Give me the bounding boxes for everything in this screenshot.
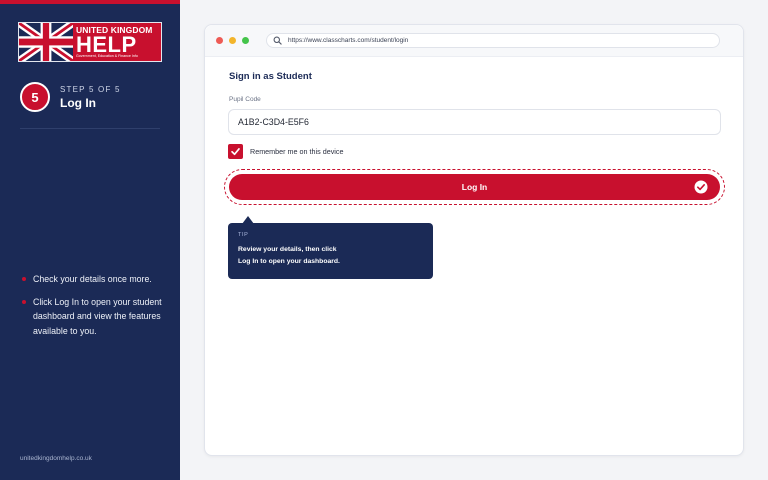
remember-me-row[interactable]: Remember me on this device [228,144,343,159]
union-jack-icon [19,23,73,61]
login-button-label: Log In [461,182,488,192]
window-maximize-dot[interactable] [242,37,249,44]
browser-toolbar: https://www.classcharts.com/student/logi… [205,25,743,57]
address-bar[interactable]: https://www.classcharts.com/student/logi… [266,33,720,48]
step-number-badge: 5 [20,82,50,112]
uk-help-logo: UNITED KINGDOM HELP Government, Educatio… [18,22,162,62]
form-heading: Sign in as Student [229,71,312,82]
pupil-code-label: Pupil Code [229,96,261,103]
instruction-text: Click Log In to open your student dashbo… [33,296,162,336]
pupil-code-input[interactable] [228,109,721,135]
tip-tooltip: TIP Review your details, then click Log … [228,223,433,279]
search-icon [273,36,282,45]
site-footer-url: unitedkingdomhelp.co.uk [20,455,92,462]
url-text: https://www.classcharts.com/student/logi… [288,37,409,44]
check-circle-icon [694,180,708,194]
logo-tagline: Government, Education & Finance Info [76,53,138,58]
tip-kicker: TIP [238,232,249,238]
step-kicker: STEP 5 OF 5 [60,85,121,94]
bullet-dot-icon [22,277,26,281]
logo-text-main: HELP [76,31,137,57]
step-title: Log In [60,96,96,110]
tip-text: Review your details, then click Log In t… [238,246,340,265]
sidebar-divider [20,128,160,129]
browser-window: https://www.classcharts.com/student/logi… [204,24,744,456]
instruction-list: Check your details once more. Click Log … [20,272,170,346]
login-button[interactable]: Log In [229,174,720,200]
sidebar: UNITED KINGDOM HELP Government, Educatio… [0,0,180,480]
checkmark-icon [231,148,240,156]
instruction-item: Check your details once more. [20,272,170,287]
remember-me-label: Remember me on this device [250,147,344,156]
sidebar-top-accent [0,0,180,4]
bullet-dot-icon [22,299,26,304]
instruction-text: Check your details once more. [33,274,152,284]
window-close-dot[interactable] [216,37,223,44]
remember-me-checkbox[interactable] [228,144,243,159]
instruction-item: Click Log In to open your student dashbo… [20,295,170,339]
window-minimize-dot[interactable] [229,37,236,44]
